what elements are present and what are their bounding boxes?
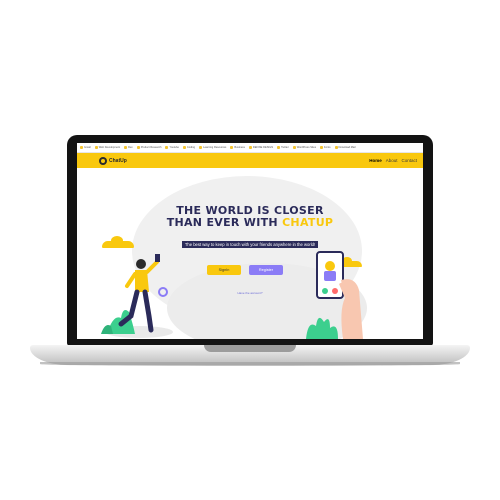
bookmark-item[interactable]: Web Development <box>94 146 121 149</box>
bookmark-item[interactable]: Product Research <box>136 146 162 149</box>
logo-text: ChatUp <box>109 157 127 164</box>
folder-icon <box>136 146 140 149</box>
bookmark-item[interactable]: Coding <box>182 146 196 149</box>
bookmark-label: Coding <box>186 146 196 149</box>
folder-icon <box>199 146 203 149</box>
bookmark-label: Business <box>234 146 245 149</box>
bookmark-item[interactable]: Download Mail <box>334 146 356 149</box>
laptop-shadow <box>40 362 460 366</box>
bookmark-label: Learning Resources <box>203 146 227 149</box>
hero-section: THE WORLD IS CLOSER THAN EVER WITH CHATU… <box>77 168 423 339</box>
bookmark-label: Twitter <box>281 146 289 149</box>
folder-icon <box>334 146 338 149</box>
folder-icon <box>80 146 83 149</box>
folder-icon <box>292 146 296 149</box>
laptop-notch <box>204 345 296 352</box>
bookmark-item[interactable]: WordPress Sites <box>292 146 316 149</box>
folder-icon <box>277 146 281 149</box>
bookmark-label: Fonts <box>324 146 331 149</box>
bookmark-label: Dev <box>128 146 133 149</box>
nav-link-contact[interactable]: Contact <box>401 158 417 163</box>
bookmark-label: Youtube <box>169 146 179 149</box>
folder-icon <box>94 146 98 149</box>
bookmark-label: Product Research <box>140 146 162 149</box>
folder-icon <box>320 146 323 149</box>
logo[interactable]: ChatUp <box>99 156 127 165</box>
folder-icon <box>182 146 186 149</box>
bookmark-item[interactable]: Twitter <box>277 146 289 149</box>
register-button[interactable]: Register <box>249 265 283 275</box>
bookmark-label: Gmail <box>84 146 91 149</box>
folder-icon <box>165 146 169 149</box>
bookmark-item[interactable]: Dev <box>124 146 133 149</box>
headline-line2: THAN EVER WITH CHATUP <box>77 216 423 229</box>
signin-button[interactable]: SignIn <box>207 265 241 275</box>
chat-bubble-icon <box>99 156 107 165</box>
folder-icon <box>124 146 128 149</box>
bookmark-item[interactable]: Fonts <box>320 146 331 149</box>
bookmark-item[interactable]: Learning Resources <box>199 146 226 149</box>
bookmark-label: WordPress Sites <box>296 146 316 149</box>
bookmark-label: Download Mail <box>338 146 356 149</box>
tagline: The best way to keep in touch with your … <box>181 241 319 248</box>
bookmarks-bar: Gmail Web Development Dev Product Resear… <box>77 143 423 153</box>
phone-in-hand-illustration <box>316 251 363 339</box>
headline-accent: CHATUP <box>282 216 334 229</box>
bookmark-label: DEFINE DESIGN <box>252 146 274 149</box>
bookmark-label: Web Development <box>98 146 121 149</box>
nav-link-home[interactable]: Home <box>369 158 382 163</box>
folder-icon <box>230 146 234 149</box>
bookmark-item[interactable]: Gmail <box>80 146 91 149</box>
nav-link-about[interactable]: About <box>386 158 398 163</box>
navbar: ChatUp Home About Contact <box>77 153 423 168</box>
bookmark-item[interactable]: DEFINE DESIGN <box>248 146 274 149</box>
bookmark-item[interactable]: Youtube <box>165 146 179 149</box>
headline-prefix: THAN EVER WITH <box>166 216 283 229</box>
folder-icon <box>248 146 252 149</box>
nav-links: Home About Contact <box>369 158 417 163</box>
person-illustration <box>101 254 173 338</box>
laptop-screen: Gmail Web Development Dev Product Resear… <box>77 143 423 339</box>
bookmark-item[interactable]: Business <box>230 146 245 149</box>
